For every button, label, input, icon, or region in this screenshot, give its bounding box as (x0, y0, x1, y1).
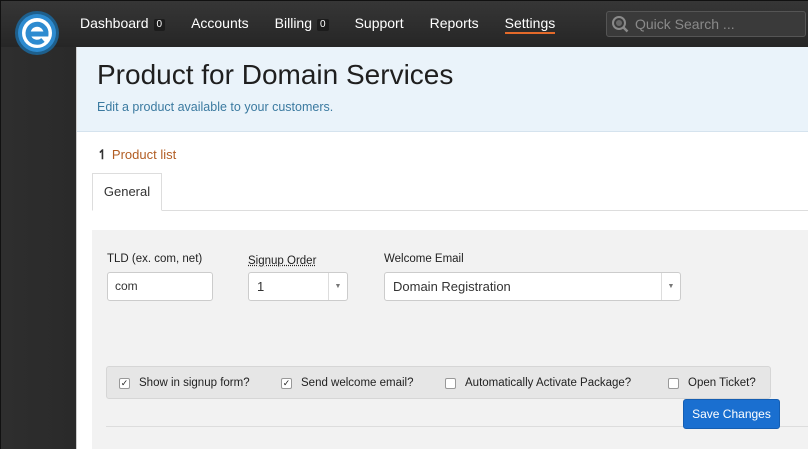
chevron-down-icon: ▼ (661, 273, 680, 300)
show-in-signup-label: Show in signup form? (139, 377, 250, 389)
nav-billing-badge: 0 (317, 19, 329, 31)
quick-search (606, 11, 806, 37)
nav-dashboard-label: Dashboard (80, 15, 149, 31)
nav-accounts-label: Accounts (191, 15, 249, 31)
signup-order-value: 1 (257, 279, 265, 294)
page-title: Product for Domain Services (97, 59, 454, 90)
breadcrumb-product-list[interactable]: ↿ Product list (97, 147, 176, 163)
search-icon[interactable] (611, 15, 629, 33)
save-changes-button[interactable]: Save Changes (683, 399, 780, 429)
main-content: Product for Domain Services Edit a produ… (76, 47, 808, 449)
search-input[interactable] (635, 15, 800, 33)
nav-reports-label: Reports (429, 15, 479, 31)
breadcrumb-label: Product list (111, 147, 177, 162)
left-rail (1, 47, 76, 449)
nav-accounts[interactable]: Accounts (191, 15, 249, 34)
nav-reports[interactable]: Reports (430, 15, 479, 34)
main-nav: Dashboard 0 Accounts Billing 0 Support Rep… (80, 15, 581, 34)
top-navbar: Dashboard 0 Accounts Billing 0 Support Rep… (1, 1, 808, 47)
tld-label: TLD (ex. com, net) (107, 253, 203, 265)
show-in-signup-checkbox[interactable]: ✓ Show in signup form? (119, 377, 250, 389)
nav-dashboard[interactable]: Dashboard 0 (80, 15, 166, 34)
send-welcome-email-label: Send welcome email? (301, 377, 414, 389)
signup-order-label: Signup Order (248, 255, 317, 267)
open-ticket-label: Open Ticket? (688, 377, 756, 389)
welcome-email-label: Welcome Email (384, 253, 464, 265)
nav-settings-label: Settings (504, 15, 556, 31)
welcome-email-value: Domain Registration (393, 279, 511, 294)
nav-support[interactable]: Support (355, 15, 404, 34)
checkbox-checked[interactable]: ✓ (119, 377, 130, 389)
nav-billing[interactable]: Billing 0 (275, 15, 329, 34)
nav-support-label: Support (354, 15, 404, 31)
welcome-email-select[interactable]: Domain Registration ▼ (384, 272, 681, 301)
open-ticket-checkbox[interactable]: Open Ticket? (668, 377, 756, 389)
nav-dashboard-badge: 0 (153, 19, 166, 31)
page-header: Product for Domain Services Edit a produ… (77, 47, 808, 132)
tab-bar: General (92, 173, 808, 211)
back-arrow-icon: ↿ (97, 147, 108, 162)
page-subtitle: Edit a product available to your custome… (97, 100, 334, 114)
app-logo-icon[interactable] (13, 9, 61, 57)
signup-order-select[interactable]: 1 ▼ (248, 272, 348, 301)
app-window: Dashboard 0 Accounts Billing 0 Support Rep… (0, 0, 808, 449)
send-welcome-email-checkbox[interactable]: ✓ Send welcome email? (281, 377, 414, 389)
chevron-down-icon: ▼ (328, 273, 347, 300)
nav-settings[interactable]: Settings (504, 15, 556, 34)
nav-billing-label: Billing (274, 15, 313, 31)
checkbox-unchecked[interactable] (445, 377, 456, 389)
checkbox-unchecked[interactable] (668, 377, 679, 389)
tab-general[interactable]: General (92, 173, 162, 211)
auto-activate-checkbox[interactable]: Automatically Activate Package? (445, 377, 631, 389)
tld-input[interactable]: com (107, 272, 213, 301)
options-checkbar: ✓ Show in signup form? ✓ Send welcome emai… (106, 366, 771, 399)
checkbox-checked[interactable]: ✓ (281, 377, 292, 389)
auto-activate-label: Automatically Activate Package? (465, 377, 632, 389)
